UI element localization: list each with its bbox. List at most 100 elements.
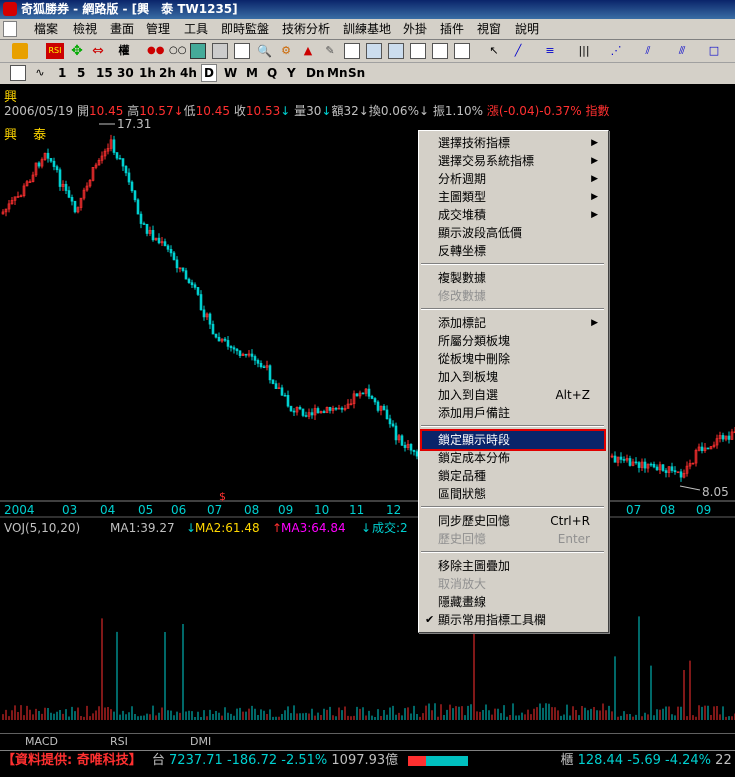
x-label: 07	[626, 503, 641, 517]
form-icon[interactable]	[410, 43, 426, 59]
menu-show-indicator-toolbar[interactable]: ✔ 顯示常用指標工具欄	[425, 611, 602, 629]
line-draw-icon[interactable]: ╱	[510, 43, 526, 59]
candle-body	[673, 470, 677, 473]
period-Dn[interactable]: Dn	[306, 65, 325, 81]
menu-lock-instrument[interactable]: 鎖定品種	[438, 467, 602, 485]
menu-sync-history-recall[interactable]: 同步歷史回憶 Ctrl+R	[438, 512, 602, 530]
menu-add-to-sector[interactable]: 加入到板塊	[438, 368, 602, 386]
menu-separator	[421, 506, 604, 508]
candle-body	[52, 160, 56, 167]
trough-leader-line	[679, 485, 701, 491]
table-icon[interactable]	[344, 43, 360, 59]
menu-select-trading-system[interactable]: 選擇交易系統指標 ▶	[438, 152, 602, 170]
amount-label: 額	[331, 104, 344, 118]
menu-window[interactable]: 視窗	[477, 21, 501, 37]
menu-sector-category[interactable]: 所屬分類板塊	[438, 332, 602, 350]
report-icon[interactable]	[432, 43, 448, 59]
menu-select-indicator[interactable]: 選擇技術指標 ▶	[438, 134, 602, 152]
move-icon[interactable]: ✥	[69, 43, 85, 59]
period-M[interactable]: M	[246, 65, 258, 81]
alert-bell-icon[interactable]: ▲	[300, 43, 316, 59]
stock-compare-icon[interactable]: ●●	[146, 43, 164, 59]
menu-hide-drawings[interactable]: 隱藏畫線	[438, 593, 602, 611]
period-D[interactable]: D	[201, 64, 217, 82]
period-5[interactable]: 5	[77, 65, 85, 81]
bar-chart-icon[interactable]	[190, 43, 206, 59]
menu-show-swing-high-low[interactable]: 顯示波段高低價	[438, 224, 602, 242]
menu-remove-from-sector[interactable]: 從板塊中刪除	[438, 350, 602, 368]
period-4h[interactable]: 4h	[180, 65, 197, 81]
menu-copy-data[interactable]: 複製數據	[438, 269, 602, 287]
window-tile-icon[interactable]	[366, 43, 382, 59]
menu-tools[interactable]: 工具	[184, 21, 208, 37]
period-Y[interactable]: Y	[287, 65, 296, 81]
close-value: 10.53	[245, 104, 281, 118]
candle-body	[400, 435, 404, 446]
candle-body	[226, 340, 230, 347]
menu-lock-cost-distribution[interactable]: 鎖定成本分佈	[438, 449, 602, 467]
menu-training[interactable]: 訓練基地	[343, 21, 391, 37]
period-W[interactable]: W	[224, 65, 237, 81]
pen-icon[interactable]: ✎	[322, 43, 338, 59]
rsi-icon[interactable]: RSI	[46, 43, 64, 59]
candlestick-icon[interactable]	[10, 65, 26, 81]
menu-addons[interactable]: 插件	[440, 21, 464, 37]
hline-icon[interactable]: ≡	[542, 43, 558, 59]
candle-body	[262, 366, 266, 369]
search-doc-icon[interactable]: 🔍	[256, 43, 272, 59]
period-1h[interactable]: 1h	[139, 65, 156, 81]
window-cascade-icon[interactable]	[388, 43, 404, 59]
tab-macd[interactable]: MACD	[25, 735, 58, 748]
chart-area[interactable]: 17.31 8.05 $ 2004 03 04 05 06 07 08 09 1…	[0, 84, 735, 749]
home-icon[interactable]	[12, 43, 28, 59]
menu-analysis-period[interactable]: 分析週期 ▶	[438, 170, 602, 188]
period-Q[interactable]: Q	[267, 65, 277, 81]
menu-range-status[interactable]: 區間狀態	[438, 485, 602, 503]
tab-rsi[interactable]: RSI	[110, 735, 128, 748]
rectangle-icon[interactable]: □	[706, 43, 722, 59]
menu-add-to-watchlist[interactable]: 加入到自選 Alt+Z	[438, 386, 602, 404]
swap-arrow-icon[interactable]: ⇔	[90, 43, 106, 59]
menu-add-user-note[interactable]: 添加用戶備註	[438, 404, 602, 422]
glasses-icon[interactable]: ○○	[168, 43, 186, 59]
menu-help[interactable]: 說明	[515, 21, 539, 37]
vline-icon[interactable]: |||	[576, 43, 592, 59]
line-chart-icon[interactable]: ∿	[32, 65, 48, 81]
menu-manage[interactable]: 管理	[146, 21, 170, 37]
menu-main-chart-type[interactable]: 主圖類型 ▶	[438, 188, 602, 206]
menu-invert-axis[interactable]: 反轉坐標	[438, 242, 602, 260]
candle-body	[211, 323, 215, 335]
fan-icon[interactable]: ⋰	[608, 43, 624, 59]
grid-icon[interactable]	[212, 43, 228, 59]
menu-plugin[interactable]: 外掛	[403, 21, 427, 37]
price-chart[interactable]: 17.31 8.05 $ 2004 03 04 05 06 07 08 09 1…	[0, 84, 735, 749]
image-icon[interactable]	[454, 43, 470, 59]
period-1[interactable]: 1	[58, 65, 66, 81]
period-toolbar: ∿ 1 5 15 30 1h 2h 4h D W M Q Y Dn Mn Sn	[0, 63, 735, 85]
pointer-icon[interactable]: ↖	[486, 43, 502, 59]
candlestick-series	[1, 134, 735, 482]
event-marker[interactable]: $	[219, 490, 226, 503]
period-Sn[interactable]: Sn	[348, 65, 365, 81]
book-icon[interactable]	[234, 43, 250, 59]
period-Mn[interactable]: Mn	[327, 65, 347, 81]
period-15[interactable]: 15	[96, 65, 113, 81]
menu-technical-analysis[interactable]: 技術分析	[282, 21, 330, 37]
mdi-window-icon[interactable]	[3, 21, 17, 37]
menu-lock-display-period[interactable]: 鎖定顯示時段	[420, 429, 606, 451]
parallel-icon[interactable]: ⫻	[674, 43, 690, 59]
weight-button[interactable]: 權	[116, 43, 132, 59]
menu-screen[interactable]: 畫面	[110, 21, 134, 37]
channel-icon[interactable]: ⫽	[640, 43, 656, 59]
tab-dmi[interactable]: DMI	[190, 735, 211, 748]
period-2h[interactable]: 2h	[159, 65, 176, 81]
menu-view[interactable]: 檢視	[73, 21, 97, 37]
period-30[interactable]: 30	[117, 65, 134, 81]
amplitude-label: 振	[432, 104, 445, 118]
menu-volume-stack[interactable]: 成交堆積 ▶	[438, 206, 602, 224]
menu-remove-overlay[interactable]: 移除主圖疊加	[438, 557, 602, 575]
menu-file[interactable]: 檔案	[34, 21, 58, 37]
menu-realtime-monitor[interactable]: 即時監盤	[221, 21, 269, 37]
gear-icon[interactable]: ⚙	[278, 43, 294, 59]
menu-add-marker[interactable]: 添加標記 ▶	[438, 314, 602, 332]
